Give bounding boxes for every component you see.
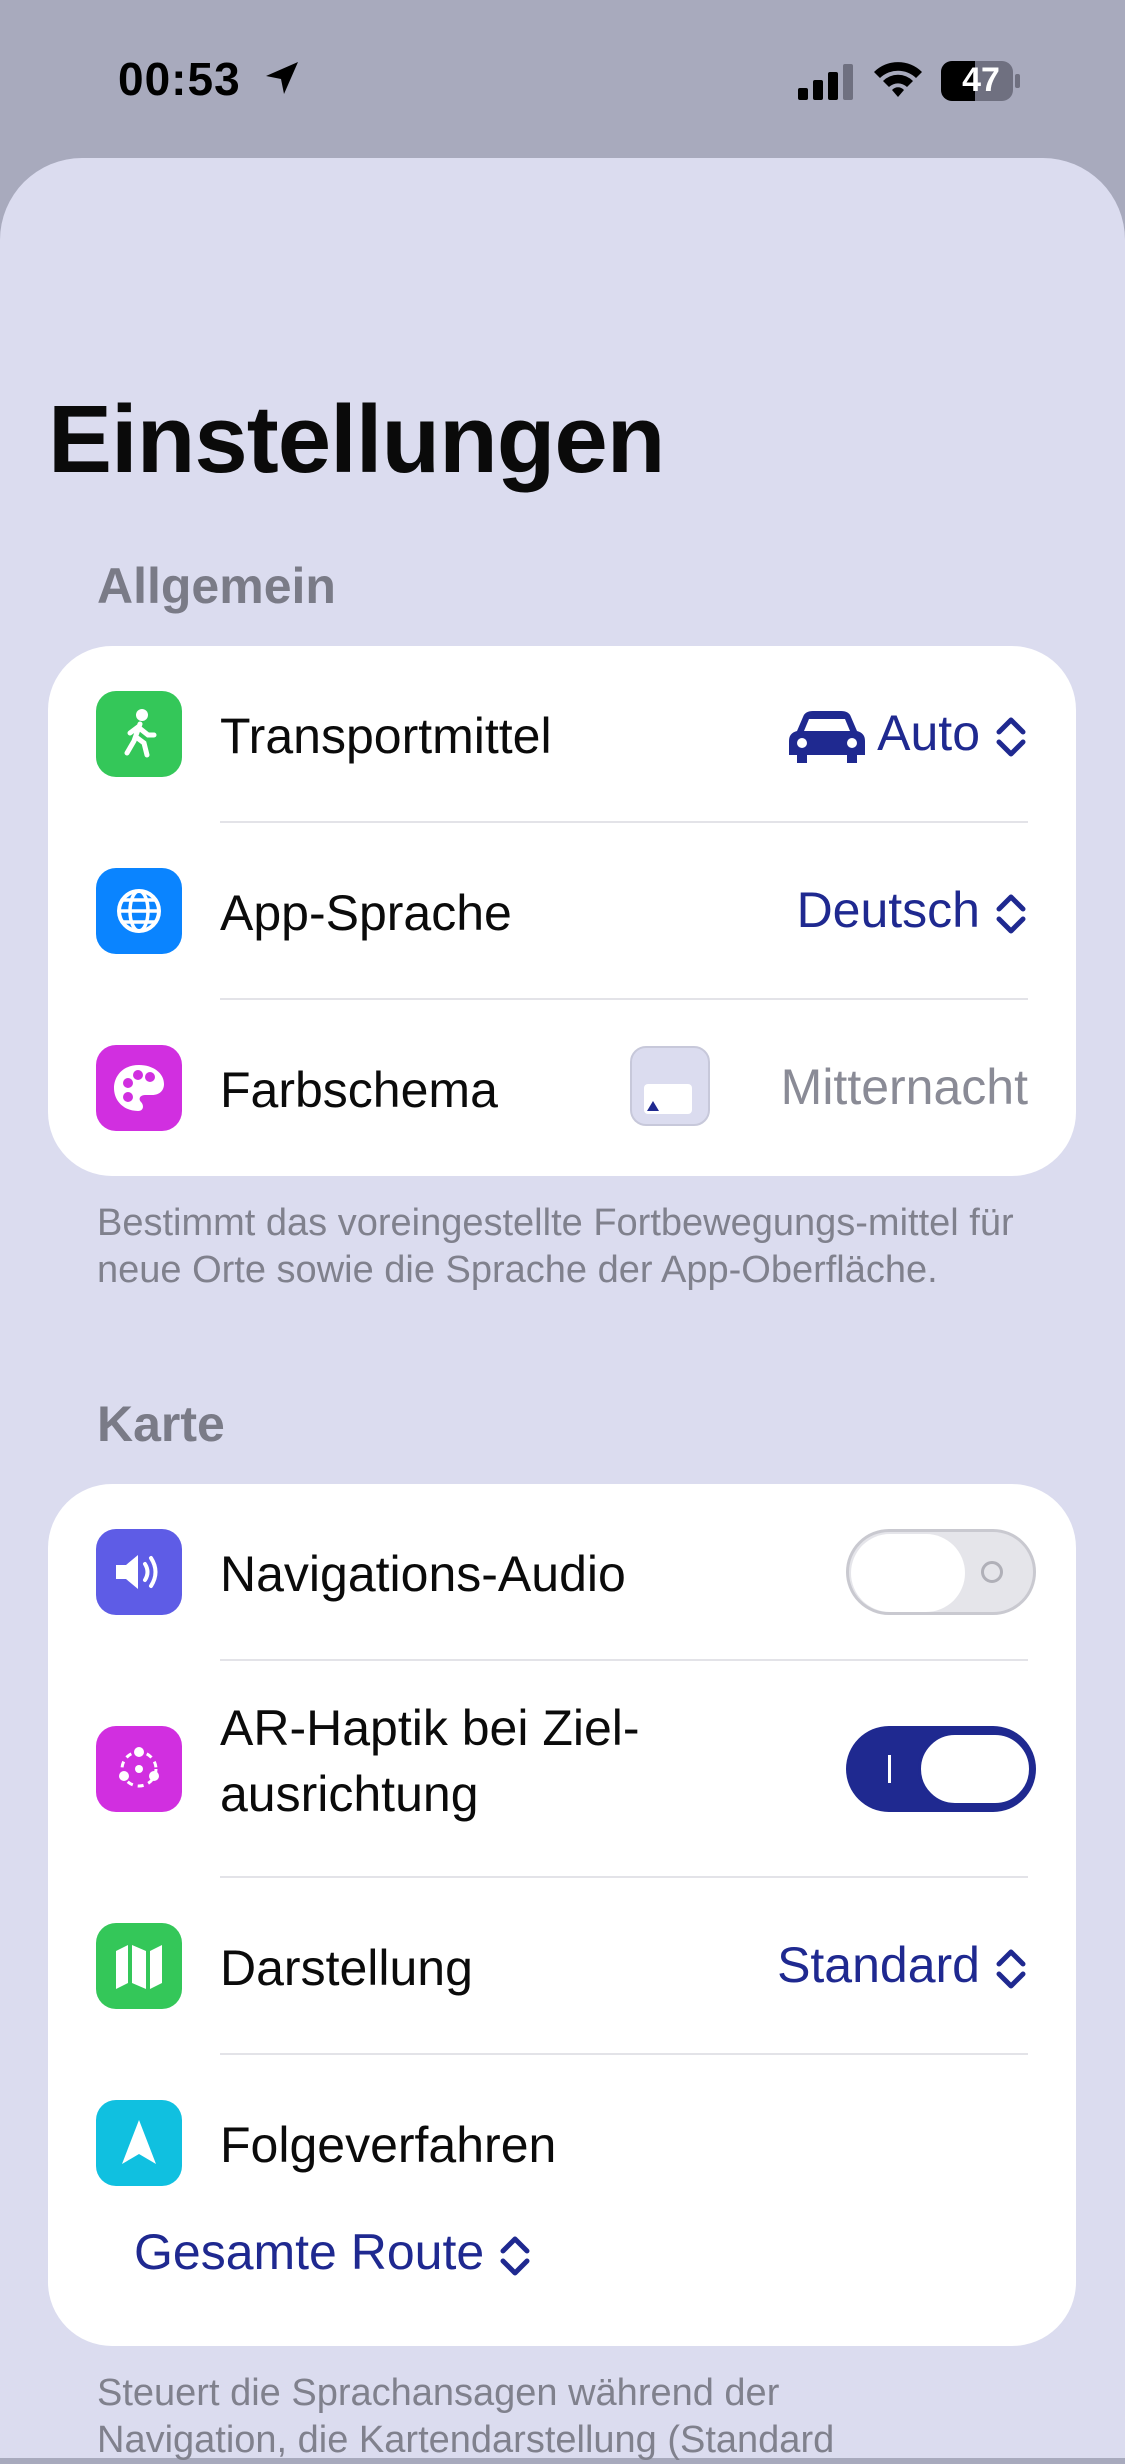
caret-up-icon bbox=[647, 1101, 659, 1111]
ar-haptics-row: AR-Haptik bei Ziel- ausrichtung bbox=[48, 1661, 1076, 1877]
wifi-icon bbox=[874, 62, 922, 97]
chevron-updown-icon bbox=[996, 717, 1026, 757]
chevron-updown-icon bbox=[500, 2236, 530, 2276]
section-header-map: Karte bbox=[97, 1396, 225, 1452]
page-title: Einstellungen bbox=[48, 386, 665, 493]
follow-mode-label: Folgeverfahren bbox=[220, 2117, 557, 2173]
transport-row[interactable]: Transportmittel Auto bbox=[48, 646, 1076, 822]
globe-icon bbox=[96, 868, 182, 954]
map-style-row[interactable]: Darstellung Standard bbox=[48, 1878, 1076, 2054]
battery-level: 47 bbox=[962, 61, 1000, 99]
navigation-arrow-icon bbox=[96, 2100, 182, 2186]
map-card: Navigations-Audio AR-Haptik bei Ziel- au… bbox=[48, 1484, 1076, 2346]
follow-mode-value: Gesamte Route bbox=[134, 2224, 485, 2280]
navigation-audio-row: Navigations-Audio bbox=[48, 1484, 1076, 1660]
color-scheme-swatch bbox=[630, 1046, 710, 1126]
general-card: Transportmittel Auto App-Sprache Deutsch bbox=[48, 646, 1076, 1176]
car-icon bbox=[789, 710, 866, 763]
chevron-updown-icon bbox=[996, 894, 1026, 934]
ar-haptics-label-line1: AR-Haptik bei Ziel- bbox=[220, 1700, 640, 1756]
navigation-audio-toggle[interactable] bbox=[846, 1529, 1036, 1615]
status-time: 00:53 bbox=[118, 53, 241, 105]
speaker-icon bbox=[96, 1529, 182, 1615]
location-arrow-icon bbox=[266, 62, 298, 94]
section-header-general: Allgemein bbox=[97, 558, 336, 614]
transport-label: Transportmittel bbox=[220, 708, 552, 764]
language-value[interactable]: Deutsch bbox=[797, 881, 1028, 939]
language-label: App-Sprache bbox=[220, 885, 512, 941]
color-scheme-row[interactable]: Farbschema Mitternacht bbox=[48, 1000, 1076, 1176]
language-value-text: Deutsch bbox=[796, 882, 980, 938]
ar-haptics-toggle[interactable] bbox=[846, 1726, 1036, 1812]
chevron-updown-icon bbox=[996, 1949, 1026, 1989]
general-footer: Bestimmt das voreingestellte Fortbewegun… bbox=[97, 1202, 1014, 1291]
palette-icon bbox=[96, 1045, 182, 1131]
follow-mode-picker[interactable]: Gesamte Route bbox=[134, 2223, 532, 2281]
language-row[interactable]: App-Sprache Deutsch bbox=[48, 823, 1076, 999]
toggle-off-indicator bbox=[981, 1561, 1003, 1583]
walking-person-icon bbox=[96, 691, 182, 777]
map-style-value[interactable]: Standard bbox=[777, 1936, 1028, 1994]
toggle-on-indicator bbox=[888, 1755, 891, 1783]
cellular-signal-icon bbox=[798, 64, 853, 100]
map-footer-line2: Navigation, die Kartendarstellung (Stand… bbox=[97, 2419, 835, 2461]
follow-mode-row: Folgeverfahren Gesamte Route bbox=[48, 2055, 1076, 2345]
map-style-value-text: Standard bbox=[777, 1937, 980, 1993]
ar-haptics-label-line2: ausrichtung bbox=[220, 1766, 479, 1822]
transport-value[interactable]: Auto bbox=[787, 704, 1028, 767]
transport-value-text: Auto bbox=[877, 705, 980, 761]
map-icon bbox=[96, 1923, 182, 2009]
map-style-label: Darstellung bbox=[220, 1940, 473, 1996]
color-scheme-label: Farbschema bbox=[220, 1062, 498, 1118]
map-footer-line1: Steuert die Sprachansagen während der bbox=[97, 2372, 780, 2414]
navigation-audio-label: Navigations-Audio bbox=[220, 1546, 626, 1602]
status-bar: 00:53 47 bbox=[0, 0, 1125, 160]
color-scheme-value: Mitternacht bbox=[780, 1059, 1028, 1115]
toggle-knob bbox=[918, 1732, 1032, 1806]
toggle-knob bbox=[851, 1534, 965, 1612]
haptics-icon bbox=[96, 1726, 182, 1812]
